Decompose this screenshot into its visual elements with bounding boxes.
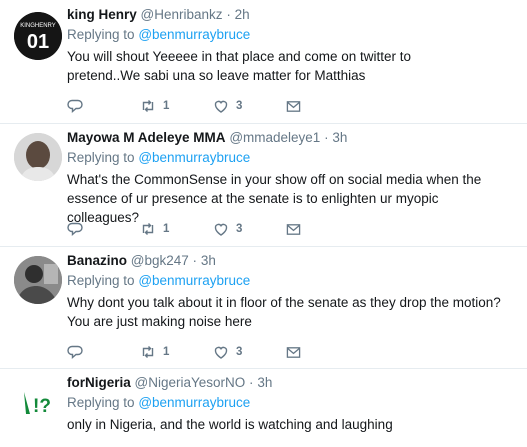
direct-message-icon xyxy=(286,346,301,358)
tweet-timestamp[interactable]: 3h xyxy=(332,130,347,145)
separator-dot: · xyxy=(226,7,231,22)
like-button[interactable]: 3 xyxy=(213,344,286,360)
retweet-button[interactable]: 1 xyxy=(140,98,213,114)
direct-message-button[interactable] xyxy=(286,345,359,360)
avatar[interactable] xyxy=(14,256,62,304)
tweet[interactable]: Banazino @bgk247 · 3h Replying to @benmu… xyxy=(0,246,527,369)
avatar-jersey-name: KINGHENRY xyxy=(20,23,56,29)
mention-link[interactable]: @benmurraybruce xyxy=(138,27,250,42)
replying-to-label: Replying to xyxy=(67,273,135,288)
tweet-text: You will shout Yeeeee in that place and … xyxy=(67,49,411,83)
reply-button[interactable] xyxy=(67,98,140,114)
avatar[interactable] xyxy=(14,133,62,181)
retweet-count: 1 xyxy=(163,346,170,358)
retweet-count: 1 xyxy=(163,100,170,112)
author-name[interactable]: Mayowa M Adeleye MMA xyxy=(67,130,226,145)
retweet-icon xyxy=(142,223,154,235)
tweet-header: Mayowa M Adeleye MMA @mmadeleye1 · 3h xyxy=(67,129,519,147)
author-name[interactable]: Banazino xyxy=(67,253,127,268)
tweet[interactable]: KINGHENRY 01 king Henry @Henribankz · 2h… xyxy=(0,0,527,124)
replying-to: Replying to @benmurraybruce xyxy=(67,149,519,167)
replying-to: Replying to @benmurraybruce xyxy=(67,272,519,290)
reply-icon xyxy=(67,222,83,237)
direct-message-icon xyxy=(286,223,301,235)
like-icon xyxy=(214,346,228,359)
retweet-button[interactable]: 1 xyxy=(140,221,213,237)
like-button[interactable]: 3 xyxy=(213,221,286,237)
separator-dot: · xyxy=(249,375,254,390)
tweet-actions: 1 3 xyxy=(67,219,359,239)
retweet-icon xyxy=(142,100,154,112)
avatar[interactable]: KINGHENRY 01 xyxy=(14,12,62,60)
author-handle[interactable]: @mmadeleye1 xyxy=(229,130,320,145)
tweet-text: Why dont you talk about it in floor of t… xyxy=(67,295,501,329)
tweet[interactable]: Mayowa M Adeleye MMA @mmadeleye1 · 3h Re… xyxy=(0,123,527,247)
reply-icon xyxy=(67,99,83,114)
author-handle[interactable]: @Henribankz xyxy=(141,7,223,22)
separator-dot: · xyxy=(192,253,198,268)
reply-button[interactable] xyxy=(67,344,140,360)
mention-link[interactable]: @benmurraybruce xyxy=(138,395,250,410)
separator-dot: · xyxy=(324,130,329,145)
tweet-text: only in Nigeria, and the world is watchi… xyxy=(67,417,393,432)
tweet-header: Banazino @bgk247 · 3h xyxy=(67,252,519,270)
tweet-actions: 1 3 xyxy=(67,96,359,116)
like-count: 3 xyxy=(236,223,243,235)
avatar-jersey-number: 01 xyxy=(27,31,49,53)
mention-link[interactable]: @benmurraybruce xyxy=(138,273,250,288)
tweet[interactable]: !? forNigeria @NigeriaYesorNO · 3h Reply… xyxy=(0,368,527,447)
replying-to-label: Replying to xyxy=(67,27,135,42)
tweet-header: king Henry @Henribankz · 2h xyxy=(67,6,519,24)
author-handle[interactable]: @bgk247 xyxy=(131,253,189,268)
replying-to: Replying to @benmurraybruce xyxy=(67,26,519,44)
like-icon xyxy=(214,100,228,113)
direct-message-button[interactable] xyxy=(286,99,359,114)
avatar[interactable]: !? xyxy=(14,378,62,426)
author-name[interactable]: king Henry xyxy=(67,7,137,22)
author-name[interactable]: forNigeria xyxy=(67,375,131,390)
like-icon xyxy=(214,223,228,236)
replying-to-label: Replying to xyxy=(67,395,135,410)
like-count: 3 xyxy=(236,346,243,358)
retweet-icon xyxy=(142,346,154,358)
author-handle[interactable]: @NigeriaYesorNO xyxy=(135,375,246,390)
replying-to-label: Replying to xyxy=(67,150,135,165)
reply-button[interactable] xyxy=(67,221,140,237)
tweet-timestamp[interactable]: 3h xyxy=(201,253,216,268)
direct-message-button[interactable] xyxy=(286,222,359,237)
tweet-timestamp[interactable]: 2h xyxy=(235,7,250,22)
tweet-timestamp[interactable]: 3h xyxy=(257,375,272,390)
reply-timeline: KINGHENRY 01 king Henry @Henribankz · 2h… xyxy=(0,0,527,447)
direct-message-icon xyxy=(286,100,301,112)
replying-to: Replying to @benmurraybruce xyxy=(67,394,519,412)
reply-icon xyxy=(67,345,83,360)
avatar-mark: !? xyxy=(33,396,51,417)
retweet-button[interactable]: 1 xyxy=(140,344,213,360)
tweet-header: forNigeria @NigeriaYesorNO · 3h xyxy=(67,374,519,392)
retweet-count: 1 xyxy=(163,223,170,235)
like-count: 3 xyxy=(236,100,243,112)
like-button[interactable]: 3 xyxy=(213,98,286,114)
mention-link[interactable]: @benmurraybruce xyxy=(138,150,250,165)
tweet-actions: 1 3 xyxy=(67,342,359,362)
